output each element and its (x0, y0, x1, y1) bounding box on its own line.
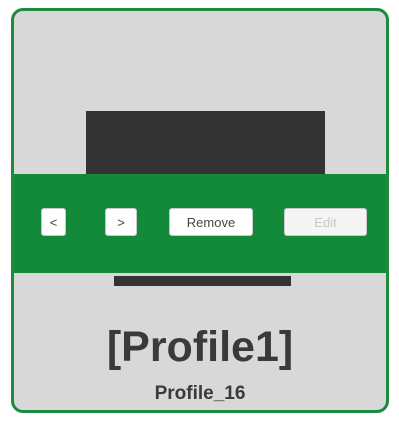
previous-button[interactable]: < (41, 208, 66, 236)
profile-toolbar: < > Remove Edit (14, 174, 386, 273)
profile-preview-top (86, 111, 325, 174)
remove-button[interactable]: Remove (169, 208, 253, 236)
next-button[interactable]: > (105, 208, 137, 236)
edit-button[interactable]: Edit (284, 208, 367, 236)
profile-preview-bottom (114, 276, 291, 286)
profile-id: Profile_16 (154, 383, 246, 404)
profile-card: < > Remove Edit [Profile1] Profile_16 (11, 8, 389, 413)
profile-name: [Profile1] (106, 323, 294, 371)
